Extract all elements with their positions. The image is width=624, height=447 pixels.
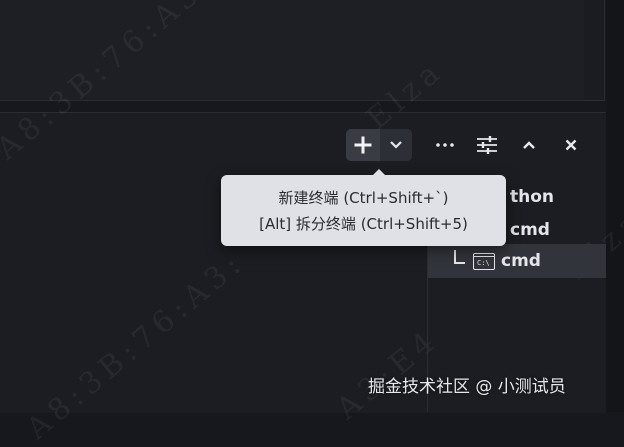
sliders-icon <box>476 135 498 155</box>
window-edge <box>606 0 624 412</box>
chevron-down-icon <box>389 140 403 150</box>
ellipsis-icon <box>435 142 455 148</box>
close-panel-button[interactable] <box>554 128 588 162</box>
terminal-label: cmd <box>501 251 541 271</box>
tooltip-line-new-terminal: 新建终端 (Ctrl+Shift+`) <box>278 188 449 207</box>
terminal-settings-button[interactable] <box>470 128 504 162</box>
terminal-profile-dropdown[interactable] <box>380 129 412 161</box>
terminal-toolbar <box>346 128 588 162</box>
tooltip-line-split-terminal: [Alt] 拆分终端 (Ctrl+Shift+5) <box>259 214 468 233</box>
site-watermark: 掘金技术社区 @ 小测试员 <box>368 377 566 397</box>
cmd-icon: C:\ <box>473 252 495 270</box>
close-icon <box>565 139 577 151</box>
terminal-label: thon <box>510 187 555 207</box>
editor-pane <box>0 0 605 101</box>
new-terminal-button[interactable] <box>346 129 380 161</box>
plus-icon <box>354 136 372 154</box>
new-terminal-tooltip: 新建终端 (Ctrl+Shift+`) [Alt] 拆分终端 (Ctrl+Shi… <box>221 169 506 246</box>
terminal-label: cmd <box>510 220 550 240</box>
terminal-list-item-active[interactable]: C:\ cmd <box>428 244 606 278</box>
editor-scrollbar[interactable] <box>584 0 604 100</box>
more-actions-button[interactable] <box>428 128 462 162</box>
chevron-up-icon <box>522 140 536 150</box>
maximize-panel-button[interactable] <box>512 128 546 162</box>
tree-connector <box>454 250 465 264</box>
new-terminal-split-button <box>346 129 412 161</box>
